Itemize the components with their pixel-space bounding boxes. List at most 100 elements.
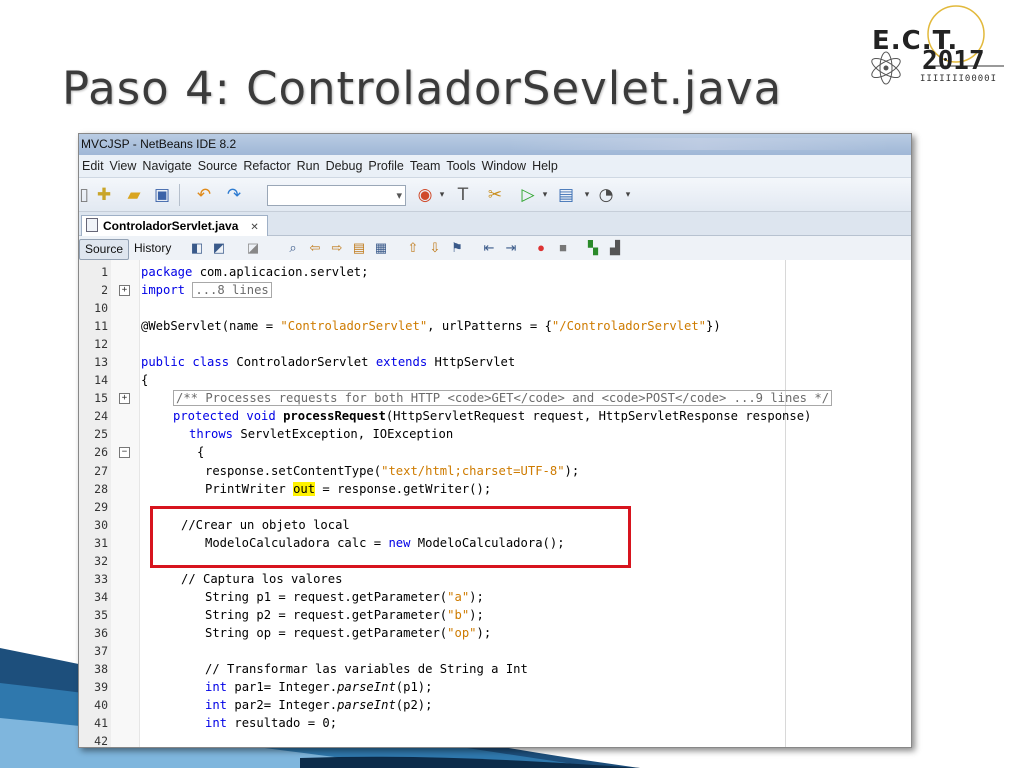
code-text: @WebServlet(name = — [141, 319, 281, 334]
keyword: protected void — [173, 409, 276, 424]
folded-javadoc[interactable]: /** Processes requests for both HTTP <co… — [173, 390, 833, 407]
expand-fold-icon[interactable]: + — [119, 285, 130, 297]
menu-source[interactable]: Source — [195, 159, 241, 173]
chevron-down-icon[interactable]: ▾ — [431, 184, 453, 206]
chevron-down-icon[interactable]: ▾ — [617, 184, 639, 206]
menu-team[interactable]: Team — [407, 159, 444, 173]
code-line: 42 — [79, 732, 911, 748]
start-macro-icon[interactable]: ● — [533, 240, 549, 256]
debug-icon[interactable]: ▤ — [555, 184, 577, 206]
code-text: HttpServlet — [427, 355, 516, 370]
shift-right-icon[interactable]: ⇥ — [503, 240, 519, 256]
toggle-rect-select-icon[interactable]: ▦ — [373, 240, 389, 256]
editor-toolbar: Source History ◧ ◩ ◪ ⌕ ⇦ ⇨ ▤ ▦ ⇧ ⇩ ⚑ ⇤ ⇥… — [79, 236, 911, 263]
code-text: , urlPatterns = { — [427, 319, 552, 334]
redo-icon[interactable]: ↷ — [223, 184, 245, 206]
collapse-fold-icon[interactable]: − — [119, 447, 130, 459]
menu-navigate[interactable]: Navigate — [139, 159, 194, 173]
last-edit-icon[interactable]: ◧ — [189, 240, 205, 256]
keyword: int — [205, 716, 228, 731]
find-prev-icon[interactable]: ⇦ — [307, 240, 323, 256]
window-titlebar: MVCJSP - NetBeans IDE 8.2 — [79, 134, 911, 155]
line-number: 40 — [94, 698, 108, 713]
code-text: ); — [469, 589, 484, 604]
config-combo[interactable] — [267, 185, 406, 206]
ect-2017-logo: E.C.T. 2017 IIIIIII0000I — [864, 4, 1014, 92]
uncomment-icon[interactable]: ▟ — [607, 240, 623, 256]
chevron-down-icon[interactable]: ▾ — [534, 184, 556, 206]
string-literal: "a" — [447, 589, 470, 604]
code-line: 11 @WebServlet(name = "ControladorServlet… — [79, 317, 911, 335]
back-icon[interactable]: ◩ — [211, 240, 227, 256]
build-hammer-icon[interactable]: T — [452, 184, 474, 206]
method-name: parseInt — [337, 680, 396, 695]
line-number: 29 — [94, 499, 108, 514]
code-text: String p1 = request.getParameter( — [205, 589, 448, 604]
highlight-annotation-box — [150, 506, 631, 568]
method-name: parseInt — [337, 698, 396, 713]
line-number: 14 — [94, 373, 108, 388]
save-all-icon[interactable]: ▣ — [151, 184, 173, 206]
menu-debug[interactable]: Debug — [323, 159, 366, 173]
code-line: 28 PrintWriter out = response.getWriter()… — [79, 480, 911, 498]
line-number: 12 — [94, 337, 108, 352]
menu-run[interactable]: Run — [294, 159, 323, 173]
expand-fold-icon[interactable]: + — [119, 393, 130, 405]
file-tab-label: ControladorServlet.java — [103, 219, 239, 233]
menu-refactor[interactable]: Refactor — [240, 159, 293, 173]
profile-icon[interactable]: ◔ — [595, 184, 617, 206]
menu-view[interactable]: View — [107, 159, 140, 173]
code-line: 34 String p1 = request.getParameter("a"); — [79, 588, 911, 606]
line-number: 15 — [94, 391, 108, 406]
keyword: package — [141, 265, 193, 279]
code-editor[interactable]: 1 package com.aplicacion.servlet; 2 + impor… — [79, 260, 911, 747]
source-tab-button[interactable]: Source — [79, 239, 130, 260]
code-line: 15 + /** Processes requests for both HTTP … — [79, 389, 911, 407]
code-line: 2 + import ...8 lines — [79, 281, 911, 299]
line-number: 32 — [94, 553, 108, 568]
find-next-icon[interactable]: ⇨ — [329, 240, 345, 256]
keyword: int — [205, 680, 228, 695]
new-project-icon[interactable]: ✚ — [93, 184, 115, 206]
code-text: ControladorServlet — [229, 355, 376, 370]
menu-help[interactable]: Help — [529, 159, 561, 173]
code-text: { — [197, 445, 205, 460]
folded-imports[interactable]: ...8 lines — [192, 282, 272, 299]
line-number: 42 — [94, 734, 108, 748]
file-tab-controladorservlet[interactable]: ControladorServlet.java ✕ — [81, 215, 268, 236]
line-number: 11 — [94, 319, 108, 334]
close-tab-icon[interactable]: ✕ — [250, 222, 258, 233]
line-number: 31 — [94, 535, 108, 550]
shift-left-icon[interactable]: ⇤ — [481, 240, 497, 256]
line-number: 33 — [94, 571, 108, 586]
forward-icon[interactable]: ◪ — [245, 240, 261, 256]
code-text: String p2 = request.getParameter( — [205, 607, 448, 622]
next-bookmark-icon[interactable]: ⇩ — [427, 240, 443, 256]
code-line: 36 String op = request.getParameter("op")… — [79, 624, 911, 642]
menu-edit[interactable]: Edit — [79, 159, 107, 173]
line-number: 13 — [94, 355, 108, 370]
code-line: 33 // Captura los valores — [79, 570, 911, 588]
clean-build-icon[interactable]: ✂ — [484, 184, 506, 206]
stop-macro-icon[interactable]: ■ — [555, 240, 571, 256]
logo-subtitle-text: IIIIIII0000I — [920, 74, 998, 84]
string-literal: "op" — [447, 625, 477, 640]
toggle-highlight-icon[interactable]: ▤ — [351, 240, 367, 256]
code-text: par1= Integer. — [227, 680, 338, 695]
toggle-bookmark-icon[interactable]: ⚑ — [449, 240, 465, 256]
keyword: int — [205, 698, 228, 713]
string-literal: "text/html;charset=UTF-8" — [381, 463, 565, 478]
find-icon[interactable]: ⌕ — [285, 240, 301, 256]
comment-icon[interactable]: ▚ — [585, 240, 601, 256]
menu-window[interactable]: Window — [479, 159, 529, 173]
java-file-icon — [86, 218, 98, 232]
code-text: resultado = 0; — [227, 716, 338, 731]
menu-tools[interactable]: Tools — [443, 159, 478, 173]
open-project-icon[interactable]: ▰ — [123, 184, 145, 206]
window-title: MVCJSP - NetBeans IDE 8.2 — [81, 137, 237, 151]
undo-icon[interactable]: ↶ — [193, 184, 215, 206]
prev-bookmark-icon[interactable]: ⇧ — [405, 240, 421, 256]
menu-profile[interactable]: Profile — [365, 159, 406, 173]
code-text: (p1); — [395, 680, 433, 695]
history-tab-button[interactable]: History — [129, 239, 176, 258]
